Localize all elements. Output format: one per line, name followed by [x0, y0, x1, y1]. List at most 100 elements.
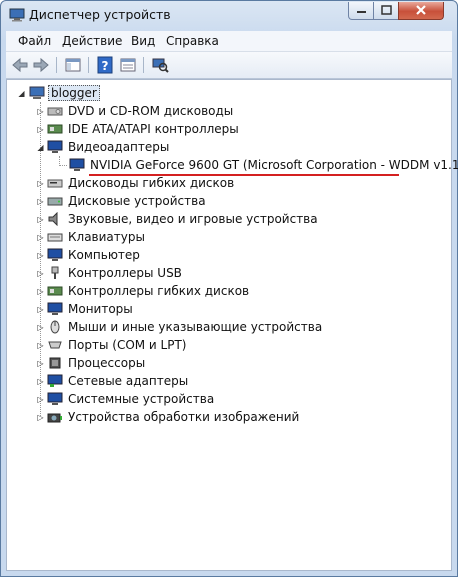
expand-toggle[interactable]: ▷	[36, 341, 45, 350]
cpu-icon	[49, 357, 61, 369]
tree-item-nvidia[interactable]: NVIDIA GeForce 9600 GT (Microsoft Corpor…	[69, 156, 458, 174]
toolbar-separator	[88, 57, 89, 73]
expand-toggle[interactable]: ▷	[36, 107, 45, 116]
ide-controller-icon	[47, 124, 63, 134]
expand-toggle[interactable]: ▷	[36, 413, 45, 422]
computer-icon	[29, 86, 45, 99]
expand-toggle[interactable]: ▷	[36, 215, 45, 224]
tree-item-network[interactable]: Сетевые адаптеры	[47, 372, 190, 390]
tree-item-floppy[interactable]: Дисководы гибких дисков	[47, 174, 236, 192]
tree-item-system[interactable]: Системные устройства	[47, 390, 216, 408]
forward-arrow-icon[interactable]	[32, 56, 50, 74]
expand-toggle[interactable]: ▷	[36, 287, 45, 296]
root-collapse-toggle[interactable]: ◢	[17, 89, 26, 98]
tree-item-mice[interactable]: Мыши и иные указывающие устройства	[47, 318, 324, 336]
maximize-icon	[381, 5, 392, 15]
toolbar-separator	[143, 57, 144, 73]
tree-item-label: Звуковые, видео и игровые устройства	[68, 212, 318, 226]
expand-toggle[interactable]: ▷	[36, 251, 45, 260]
floppy-controller-icon	[47, 286, 63, 296]
close-icon	[416, 5, 426, 15]
expand-toggle[interactable]: ▷	[36, 269, 45, 278]
camera-icon	[47, 413, 62, 423]
system-device-icon	[47, 392, 63, 405]
expand-toggle[interactable]: ▷	[36, 359, 45, 368]
toolbar: ?	[6, 52, 452, 79]
tree-item-imaging[interactable]: Устройства обработки изображений	[47, 408, 301, 426]
tree-item-label: Сетевые адаптеры	[68, 374, 189, 388]
tree-item-disks[interactable]: Дисковые устройства	[47, 192, 208, 210]
minimize-button[interactable]	[348, 2, 374, 20]
monitor-icon	[47, 302, 63, 315]
menu-view[interactable]: Вид	[131, 34, 155, 48]
tree-item-label: Порты (COM и LPT)	[68, 338, 187, 352]
expand-toggle[interactable]: ▷	[36, 395, 45, 404]
maximize-button[interactable]	[373, 2, 399, 20]
back-arrow-icon[interactable]	[11, 56, 29, 74]
menu-action[interactable]: Действие	[62, 34, 122, 48]
menu-file[interactable]: Файл	[18, 34, 51, 48]
title-bar[interactable]: Диспетчер устройств	[1, 1, 457, 29]
tree-item-ports[interactable]: Порты (COM и LPT)	[47, 336, 188, 354]
properties-icon[interactable]	[119, 56, 137, 74]
tree-item-cpus[interactable]: Процессоры	[47, 354, 147, 372]
menu-help[interactable]: Справка	[166, 34, 219, 48]
help-icon[interactable]: ?	[96, 56, 114, 74]
expand-toggle[interactable]: ▷	[36, 179, 45, 188]
minimize-icon	[357, 11, 366, 13]
port-icon	[48, 341, 62, 349]
toolbar-separator	[56, 57, 57, 73]
close-button[interactable]	[398, 2, 444, 20]
tree-item-label: DVD и CD-ROM дисководы	[68, 104, 234, 118]
tree-item-video[interactable]: Видеоадаптеры	[47, 138, 171, 156]
computer-icon	[47, 248, 63, 261]
window-title: Диспетчер устройств	[29, 7, 171, 22]
dvd-drive-icon	[47, 107, 63, 116]
device-manager-icon	[9, 8, 25, 22]
tree-guide-line	[59, 165, 67, 166]
floppy-drive-icon	[47, 179, 63, 188]
tree-item-label: NVIDIA GeForce 9600 GT (Microsoft Corpor…	[90, 158, 458, 172]
monitor-icon	[69, 158, 85, 171]
tree-item-sound[interactable]: Звуковые, видео и игровые устройства	[47, 210, 320, 228]
tree-item-usb[interactable]: Контроллеры USB	[47, 264, 184, 282]
tree-item-label: Контроллеры USB	[68, 266, 182, 280]
device-manager-window: Диспетчер устройств Файл Действие Вид Сп…	[0, 0, 458, 577]
tree-item-label: Клавиатуры	[68, 230, 145, 244]
network-adapter-icon	[47, 374, 63, 387]
hard-disk-icon	[47, 197, 63, 206]
tree-root[interactable]: blogger	[29, 84, 100, 102]
tree-item-label: Дисководы гибких дисков	[68, 176, 235, 190]
device-tree[interactable]: ◢ blogger ▷ DVD и CD-ROM дисководы ▷ IDE…	[6, 79, 458, 571]
tree-item-label: Системные устройства	[68, 392, 215, 406]
tree-item-floppy-controllers[interactable]: Контроллеры гибких дисков	[47, 282, 251, 300]
expand-toggle[interactable]: ▷	[36, 305, 45, 314]
usb-icon	[51, 266, 59, 279]
tree-item-monitors[interactable]: Мониторы	[47, 300, 135, 318]
monitor-icon	[47, 140, 63, 153]
collapse-toggle[interactable]: ◢	[36, 143, 45, 152]
tree-item-dvd[interactable]: DVD и CD-ROM дисководы	[47, 102, 235, 120]
tree-item-label: Мыши и иные указывающие устройства	[68, 320, 323, 334]
speaker-icon	[48, 212, 58, 226]
menu-bar: Файл Действие Вид Справка	[6, 31, 452, 52]
expand-toggle[interactable]: ▷	[36, 323, 45, 332]
scan-hardware-icon[interactable]	[151, 56, 169, 74]
tree-item-keyboards[interactable]: Клавиатуры	[47, 228, 147, 246]
expand-toggle[interactable]: ▷	[36, 377, 45, 386]
tree-item-label: Процессоры	[68, 356, 146, 370]
keyboard-icon	[47, 233, 63, 242]
tree-item-label: IDE ATA/ATAPI контроллеры	[68, 122, 239, 136]
svg-text:?: ?	[102, 59, 109, 73]
tree-item-label: Устройства обработки изображений	[68, 410, 300, 424]
tree-item-label: Компьютер	[68, 248, 140, 262]
tree-item-ide[interactable]: IDE ATA/ATAPI контроллеры	[47, 120, 241, 138]
expand-toggle[interactable]: ▷	[36, 233, 45, 242]
expand-toggle[interactable]: ▷	[36, 197, 45, 206]
tree-item-computer[interactable]: Компьютер	[47, 246, 142, 264]
tree-item-label: Видеоадаптеры	[68, 140, 170, 154]
mouse-icon	[50, 320, 60, 334]
show-hide-tree-icon[interactable]	[64, 56, 82, 74]
tree-root-label: blogger	[48, 85, 100, 101]
expand-toggle[interactable]: ▷	[36, 125, 45, 134]
